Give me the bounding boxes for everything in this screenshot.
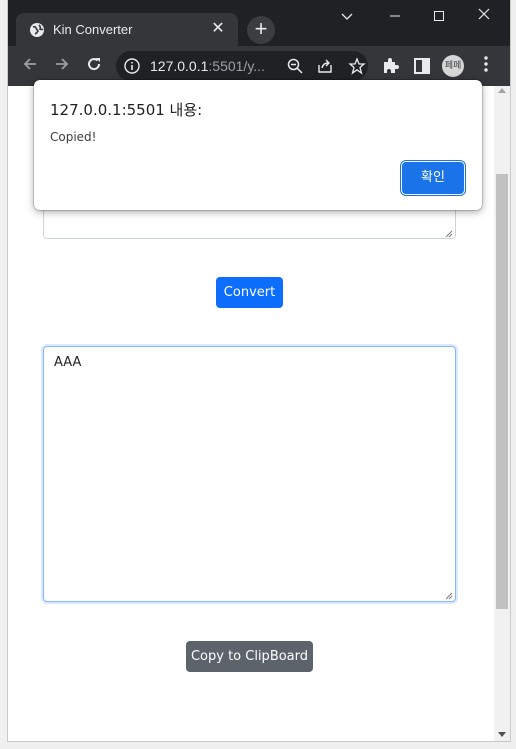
arrow-right-icon [56,58,69,70]
extensions-puzzle-icon[interactable] [380,56,400,76]
tab-strip: Kin Converter ✕ + [8,0,510,46]
tab-title: Kin Converter [53,22,133,37]
plus-icon: + [254,16,268,41]
scroll-up-arrow-icon[interactable] [498,88,506,93]
close-icon [478,8,490,20]
output-textarea[interactable]: AAA [43,346,456,602]
url-path: :5501/y... [208,58,265,74]
side-panel-icon[interactable] [412,56,432,76]
more-options-button[interactable] [476,54,496,78]
vertical-scrollbar[interactable] [494,86,510,741]
convert-button[interactable]: Convert [216,277,283,308]
tab-kin-converter[interactable]: Kin Converter ✕ [16,13,238,46]
browser-window: Kin Converter ✕ + 127.0.0.1:5501/y... 페페… [8,0,510,741]
minimize-icon [390,15,400,17]
tab-search-chevron-icon[interactable] [325,5,369,27]
scrollbar-thumb[interactable] [496,174,508,609]
resize-handle-icon[interactable] [445,230,453,238]
maximize-button[interactable] [417,5,461,27]
zoom-icon[interactable] [286,57,304,75]
back-button[interactable] [18,54,42,78]
alert-dialog: 127.0.0.1:5501 내용: Copied! 확인 [34,80,482,210]
url-host: 127.0.0.1 [150,58,209,74]
dialog-title: 127.0.0.1:5501 내용: [50,101,203,119]
dialog-ok-button[interactable]: 확인 [400,160,466,196]
arrow-left-icon [23,58,36,70]
address-bar[interactable]: 127.0.0.1:5501/y... [116,51,368,81]
resize-handle-icon[interactable] [445,592,453,600]
maximize-icon [434,11,444,21]
new-tab-button[interactable]: + [247,16,275,44]
url-text: 127.0.0.1:5501/y... [150,58,265,74]
globe-icon [30,23,44,37]
close-tab-icon[interactable]: ✕ [208,19,228,39]
share-icon[interactable] [316,57,334,75]
forward-button[interactable] [50,54,74,78]
reload-button[interactable] [82,54,106,78]
profile-avatar[interactable]: 페페 [442,55,464,77]
minimize-button[interactable] [373,5,417,27]
scroll-down-arrow-icon[interactable] [498,732,506,737]
site-info-icon[interactable] [124,58,140,74]
bookmark-star-icon[interactable] [348,57,366,75]
copy-to-clipboard-button[interactable]: Copy to ClipBoard [186,641,313,672]
kebab-menu-icon [484,56,488,72]
dialog-message: Copied! [50,130,97,144]
close-window-button[interactable] [462,5,506,27]
reload-icon [88,58,101,71]
